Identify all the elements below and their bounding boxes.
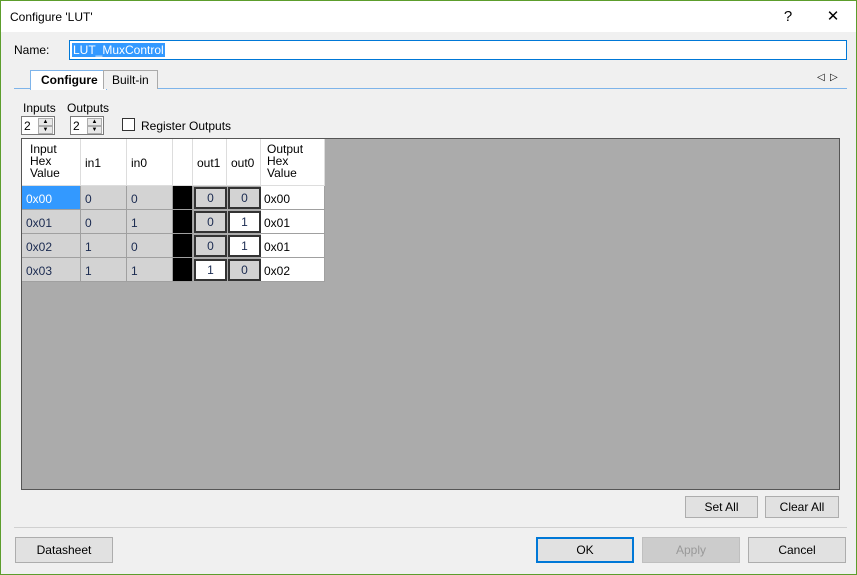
datasheet-button[interactable]: Datasheet <box>15 537 113 563</box>
cell-out0[interactable]: 1 <box>228 211 261 233</box>
cell-input-hex[interactable]: 0x03 <box>22 258 81 282</box>
name-value: LUT_MuxControl <box>72 43 165 57</box>
cell-out1[interactable]: 0 <box>194 211 227 233</box>
cell-in0[interactable]: 0 <box>127 186 173 210</box>
spin-down-icon[interactable]: ▼ <box>38 126 53 134</box>
cell-separator <box>173 258 193 282</box>
cell-out0[interactable]: 1 <box>228 235 261 257</box>
help-button[interactable]: ? <box>765 1 811 32</box>
spin-down-icon[interactable]: ▼ <box>87 126 102 134</box>
cell-separator <box>173 234 193 258</box>
name-label: Name: <box>14 43 50 57</box>
cell-out1[interactable]: 0 <box>194 187 227 209</box>
cell-separator <box>173 210 193 234</box>
cell-output-hex: 0x01 <box>261 234 325 258</box>
cell-output-hex: 0x02 <box>261 258 325 282</box>
header-separator <box>173 139 193 186</box>
ok-button[interactable]: OK <box>536 537 634 563</box>
cell-input-hex[interactable]: 0x02 <box>22 234 81 258</box>
cell-input-hex[interactable]: 0x01 <box>22 210 81 234</box>
cell-input-hex[interactable]: 0x00 <box>22 186 81 210</box>
header-input-hex: Input Hex Value <box>22 139 81 186</box>
truth-table-grid: Input Hex Value in1 in0 out1 out0 Output He… <box>21 138 840 490</box>
cancel-button[interactable]: Cancel <box>748 537 846 563</box>
cell-out0[interactable]: 0 <box>228 187 261 209</box>
inputs-value: 2 <box>24 119 31 133</box>
cell-in1[interactable]: 0 <box>81 210 127 234</box>
name-input[interactable]: LUT_MuxControl <box>69 40 847 60</box>
inputs-label: Inputs <box>23 101 56 115</box>
cell-output-hex: 0x01 <box>261 210 325 234</box>
tab-configure[interactable]: Configure <box>30 70 107 90</box>
apply-button[interactable]: Apply <box>642 537 740 563</box>
outputs-label: Outputs <box>67 101 110 115</box>
window-title: Configure 'LUT' <box>10 10 93 24</box>
header-output-hex: Output Hex Value <box>261 139 325 186</box>
close-button[interactable]: ✕ <box>810 1 856 32</box>
set-all-button[interactable]: Set All <box>685 496 758 518</box>
header-in1: in1 <box>81 139 127 186</box>
register-outputs-checkbox[interactable] <box>122 118 135 131</box>
cell-output-hex: 0x00 <box>261 186 325 210</box>
spin-up-icon[interactable]: ▲ <box>38 118 53 126</box>
tab-scroll-right-icon[interactable]: ▷ <box>830 72 838 83</box>
cell-in0[interactable]: 1 <box>127 210 173 234</box>
header-in0: in0 <box>127 139 173 186</box>
cell-out0[interactable]: 0 <box>228 259 261 281</box>
header-out0: out0 <box>227 139 261 186</box>
tab-built-in[interactable]: Built-in <box>103 70 158 89</box>
cell-in1[interactable]: 1 <box>81 234 127 258</box>
cell-in0[interactable]: 1 <box>127 258 173 282</box>
outputs-spinner[interactable]: 2 ▲ ▼ <box>70 116 104 135</box>
title-bar: Configure 'LUT' ? ✕ <box>1 1 856 32</box>
inputs-spinner[interactable]: 2 ▲ ▼ <box>21 116 55 135</box>
cell-in1[interactable]: 1 <box>81 258 127 282</box>
cell-out1[interactable]: 1 <box>194 259 227 281</box>
cell-in1[interactable]: 0 <box>81 186 127 210</box>
header-out1: out1 <box>193 139 227 186</box>
cell-separator <box>173 186 193 210</box>
divider <box>14 527 847 528</box>
clear-all-button[interactable]: Clear All <box>765 496 839 518</box>
spin-up-icon[interactable]: ▲ <box>87 118 102 126</box>
register-outputs-label: Register Outputs <box>141 119 232 133</box>
cell-in0[interactable]: 0 <box>127 234 173 258</box>
tab-scroll-left-icon[interactable]: ◁ <box>817 72 825 83</box>
cell-out1[interactable]: 0 <box>194 235 227 257</box>
outputs-value: 2 <box>73 119 80 133</box>
